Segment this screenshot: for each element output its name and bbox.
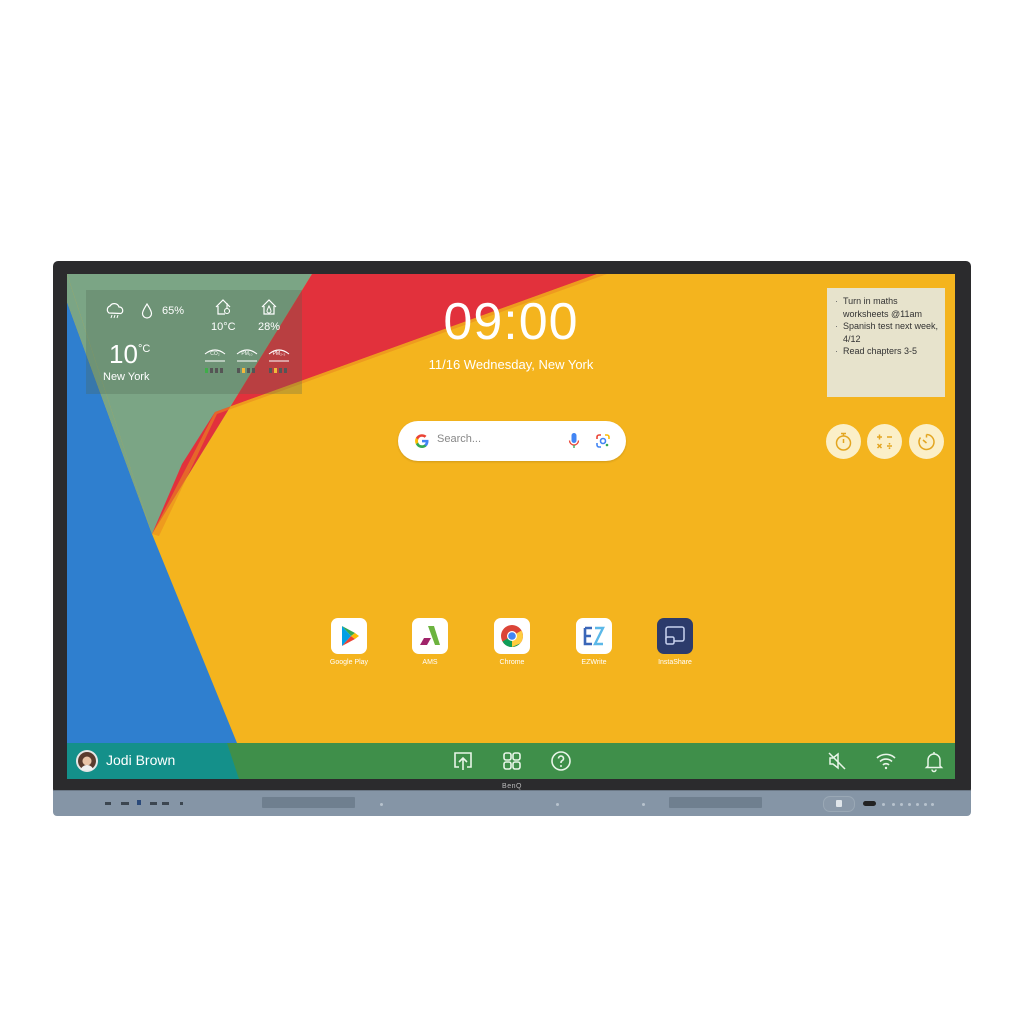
nfc-button[interactable] xyxy=(823,796,855,812)
front-button[interactable] xyxy=(892,803,895,806)
brand-logo: BenQ xyxy=(502,783,522,790)
port xyxy=(150,802,157,805)
front-button[interactable] xyxy=(924,803,927,806)
share-screen-icon[interactable] xyxy=(451,749,475,773)
google-lens-icon[interactable] xyxy=(595,433,611,449)
microphone-icon[interactable] xyxy=(568,432,580,450)
user-avatar[interactable] xyxy=(76,750,98,772)
nfc-icon xyxy=(836,800,842,807)
taskbar: Jodi Brown xyxy=(67,743,955,779)
note-item: Read chapters 3-5 xyxy=(835,345,945,358)
indicator-dot xyxy=(380,803,383,806)
google-play-icon xyxy=(331,618,367,654)
front-button[interactable] xyxy=(931,803,934,806)
calculator-icon xyxy=(876,434,892,450)
front-button[interactable] xyxy=(908,803,911,806)
instashare-icon xyxy=(657,618,693,654)
app-label: InstaShare xyxy=(658,659,692,666)
port xyxy=(180,802,183,805)
google-search-bar[interactable] xyxy=(398,421,626,461)
stopwatch-icon xyxy=(835,432,852,451)
note-item: Spanish test next week, 4/12 xyxy=(835,320,945,345)
app-label: Chrome xyxy=(499,659,525,666)
stopwatch-button[interactable] xyxy=(826,424,861,459)
chrome-icon xyxy=(494,618,530,654)
front-button[interactable] xyxy=(882,803,885,806)
ezwrite-icon xyxy=(576,618,612,654)
app-chrome[interactable]: Chrome xyxy=(482,618,542,666)
power-button[interactable] xyxy=(863,801,876,806)
app-instashare[interactable]: InstaShare xyxy=(645,618,705,666)
port xyxy=(121,802,129,805)
city-name: New York xyxy=(103,371,150,383)
bell-icon[interactable] xyxy=(922,749,946,773)
front-button[interactable] xyxy=(916,803,919,806)
apps-grid-icon[interactable] xyxy=(500,749,524,773)
user-name[interactable]: Jodi Brown xyxy=(106,752,175,768)
timer-icon xyxy=(918,433,935,451)
port xyxy=(105,802,111,805)
note-list: Turn in maths worksheets @11am Spanish t… xyxy=(827,295,945,358)
app-label: Google Play xyxy=(329,659,369,666)
clock-time: 09:00 xyxy=(443,293,579,351)
app-ezwrite[interactable]: EZWrite xyxy=(564,618,624,666)
front-button[interactable] xyxy=(900,803,903,806)
port xyxy=(162,802,169,805)
app-label: EZWrite xyxy=(581,659,607,666)
clock-date: 11/16 Wednesday, New York xyxy=(428,357,594,372)
app-google-play[interactable]: Google Play xyxy=(319,618,379,666)
usb-c-port xyxy=(137,800,141,805)
indicator-dot xyxy=(556,803,559,806)
search-input[interactable] xyxy=(437,433,557,445)
google-g-icon xyxy=(415,434,429,448)
help-icon[interactable] xyxy=(549,749,573,773)
speaker-grille-left xyxy=(262,797,355,808)
sticky-note[interactable]: Turn in maths worksheets @11am Spanish t… xyxy=(827,288,945,397)
timer-button[interactable] xyxy=(909,424,944,459)
wifi-icon[interactable] xyxy=(874,749,898,773)
calculator-button[interactable] xyxy=(867,424,902,459)
note-item: Turn in maths worksheets @11am xyxy=(835,295,945,320)
speaker-grille-right xyxy=(669,797,762,808)
ams-icon xyxy=(412,618,448,654)
app-label: AMS xyxy=(422,659,438,666)
speaker-muted-icon[interactable] xyxy=(825,749,849,773)
app-ams[interactable]: AMS xyxy=(400,618,460,666)
indicator-dot xyxy=(642,803,645,806)
home-screen: 65% 10°C 28% 10 °C New York CO₂ PM₁₀ PM₂… xyxy=(67,274,955,779)
